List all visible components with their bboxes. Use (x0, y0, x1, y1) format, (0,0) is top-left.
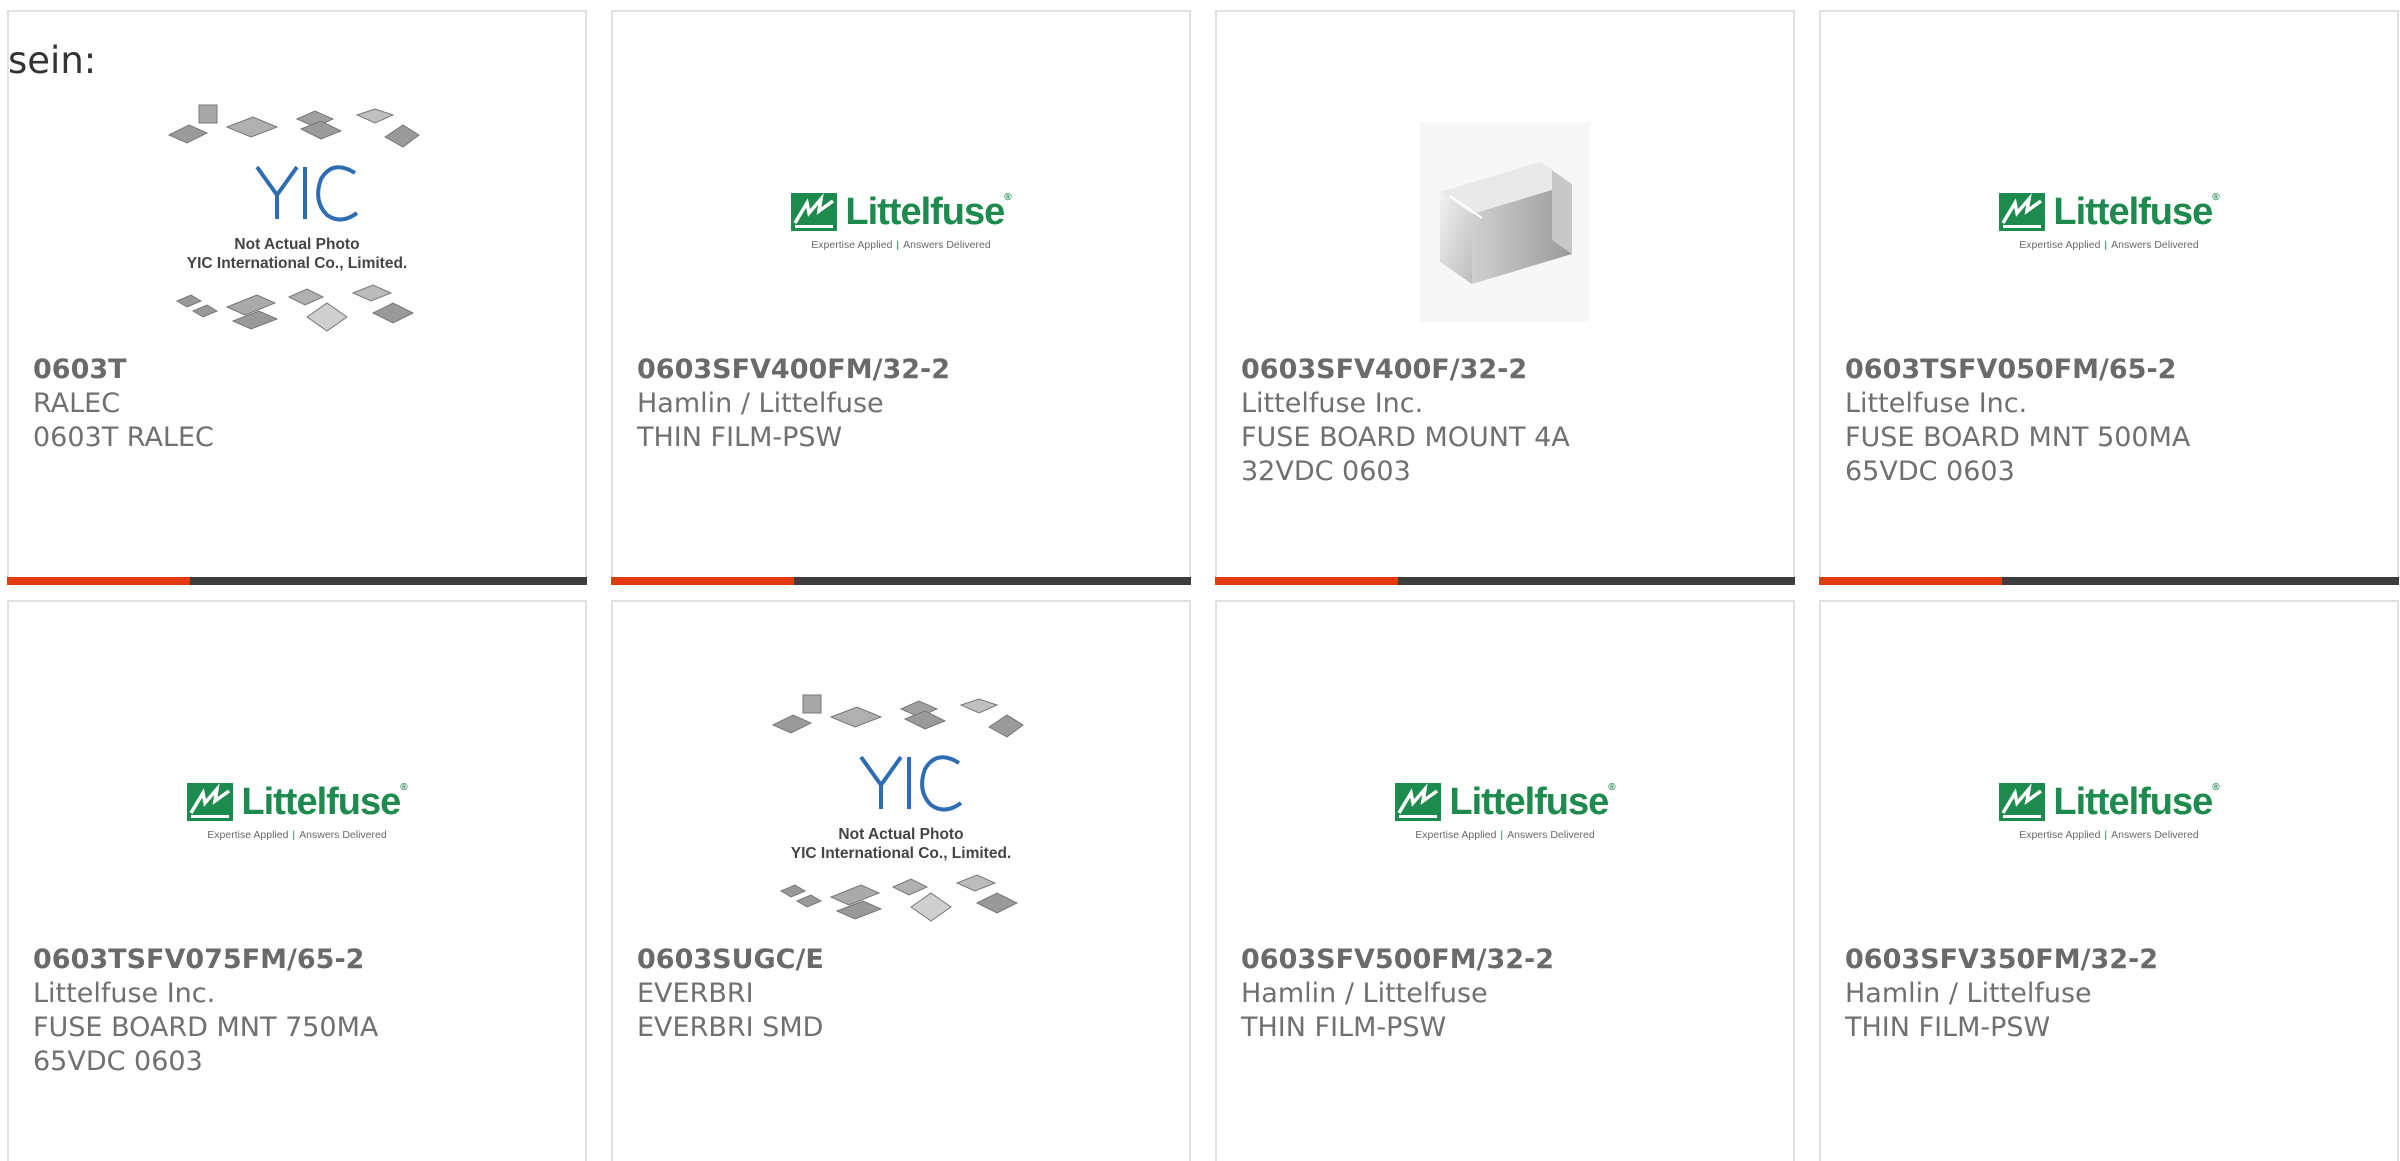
manufacturer: Littelfuse Inc. (33, 978, 216, 1009)
product-card-0603sfv400f[interactable]: 0603SFV400F/32-2 Littelfuse Inc. FUSE BO… (1215, 10, 1795, 585)
part-number[interactable]: 0603SFV400FM/32-2 (637, 353, 1169, 387)
tagline-right: Answers Delivered (2111, 239, 2199, 251)
card-footer-bar (611, 577, 1191, 585)
fuse-chip-photo (1420, 122, 1590, 322)
littelfuse-logo: Littelfuse® Expertise Applied | Answers De… (1999, 781, 2220, 841)
product-card-0603sfv500fm[interactable]: Littelfuse® Expertise Applied | Answers De… (1215, 600, 1795, 1161)
part-number[interactable]: 0603SFV500FM/32-2 (1241, 943, 1773, 977)
description: 0603T RALEC (33, 422, 214, 453)
tagline-separator: | (1500, 829, 1504, 841)
tagline-separator: | (2104, 239, 2108, 251)
littelfuse-mark-icon (1999, 783, 2046, 821)
description: FUSE BOARD MNT 750MA 65VDC 0603 (33, 1012, 379, 1077)
yic-line-2: YIC International Co., Limited. (186, 255, 408, 272)
littelfuse-mark-icon (1999, 193, 2046, 231)
yic-placeholder-image: Not Actual Photo YIC International Co., … (761, 687, 1041, 937)
littelfuse-mark-icon (1395, 783, 1442, 821)
yic-placeholder-image: Not Actual Photo YIC International Co., … (157, 97, 437, 347)
part-number[interactable]: 0603SUGC/E (637, 943, 1169, 977)
description: FUSE BOARD MNT 500MA 65VDC 0603 (1845, 422, 2191, 487)
description: THIN FILM-PSW (1845, 1012, 2051, 1043)
littelfuse-wordmark: Littelfuse (2053, 191, 2213, 233)
part-number[interactable]: 0603T (33, 353, 565, 387)
tagline-right: Answers Delivered (903, 239, 991, 251)
tagline-right: Answers Delivered (2111, 829, 2199, 841)
littelfuse-logo: Littelfuse® Expertise Applied | Answers De… (1395, 781, 1616, 841)
registered-mark: ® (2212, 192, 2219, 203)
littelfuse-logo: Littelfuse® Expertise Applied | Answers De… (791, 191, 1012, 251)
manufacturer: Hamlin / Littelfuse (1241, 978, 1488, 1009)
card-footer-bar (7, 577, 587, 585)
part-number[interactable]: 0603TSFV075FM/65-2 (33, 943, 565, 977)
card-accent (1215, 577, 1398, 585)
littelfuse-wordmark: Littelfuse (1449, 781, 1609, 823)
product-image (1217, 82, 1793, 362)
product-card-0603tsfv075fm[interactable]: Littelfuse® Expertise Applied | Answers De… (7, 600, 587, 1161)
yic-line-1: Not Actual Photo (234, 236, 360, 253)
card-footer-bar (1819, 577, 2399, 585)
tagline-right: Answers Delivered (1507, 829, 1595, 841)
tagline-left: Expertise Applied (207, 829, 289, 841)
manufacturer: Hamlin / Littelfuse (1845, 978, 2092, 1009)
littelfuse-wordmark: Littelfuse (2053, 781, 2213, 823)
tagline-right: Answers Delivered (299, 829, 387, 841)
product-card-0603sugc-e[interactable]: Not Actual Photo YIC International Co., … (611, 600, 1191, 1161)
product-image: Littelfuse® Expertise Applied | Answers De… (9, 672, 585, 952)
product-image: Littelfuse® Expertise Applied | Answers De… (1821, 672, 2397, 952)
manufacturer: Littelfuse Inc. (1241, 388, 1424, 419)
part-number[interactable]: 0603SFV400F/32-2 (1241, 353, 1773, 387)
tagline-separator: | (2104, 829, 2108, 841)
registered-mark: ® (1004, 192, 1011, 203)
card-accent (611, 577, 794, 585)
product-image: Not Actual Photo YIC International Co., … (9, 82, 585, 362)
product-card-0603t[interactable]: Not Actual Photo YIC International Co., … (7, 10, 587, 585)
yic-line-2: YIC International Co., Limited. (790, 845, 1012, 862)
littelfuse-wordmark: Littelfuse (845, 191, 1005, 233)
tagline-left: Expertise Applied (2019, 829, 2101, 841)
description: THIN FILM-PSW (1241, 1012, 1447, 1043)
manufacturer: Hamlin / Littelfuse (637, 388, 884, 419)
tagline-left: Expertise Applied (811, 239, 893, 251)
yic-line-1: Not Actual Photo (838, 826, 964, 843)
littelfuse-wordmark: Littelfuse (241, 781, 401, 823)
product-card-0603sfv400fm[interactable]: Littelfuse® Expertise Applied | Answers De… (611, 10, 1191, 585)
card-accent (1819, 577, 2002, 585)
intro-text: sein: (8, 39, 97, 82)
registered-mark: ® (2212, 782, 2219, 793)
tagline-separator: | (292, 829, 296, 841)
registered-mark: ® (1608, 782, 1615, 793)
description: EVERBRI SMD (637, 1012, 824, 1043)
manufacturer: EVERBRI (637, 978, 754, 1009)
part-number[interactable]: 0603TSFV050FM/65-2 (1845, 353, 2377, 387)
tagline-left: Expertise Applied (1415, 829, 1497, 841)
product-image: Littelfuse® Expertise Applied | Answers De… (613, 82, 1189, 362)
registered-mark: ® (400, 782, 407, 793)
part-number[interactable]: 0603SFV350FM/32-2 (1845, 943, 2377, 977)
product-image: Littelfuse® Expertise Applied | Answers De… (1217, 672, 1793, 952)
product-card-0603tsfv050fm[interactable]: Littelfuse® Expertise Applied | Answers De… (1819, 10, 2399, 585)
tagline-separator: | (896, 239, 900, 251)
card-accent (7, 577, 190, 585)
product-image: Littelfuse® Expertise Applied | Answers De… (1821, 82, 2397, 362)
description: FUSE BOARD MOUNT 4A 32VDC 0603 (1241, 422, 1570, 487)
manufacturer: RALEC (33, 388, 121, 419)
manufacturer: Littelfuse Inc. (1845, 388, 2028, 419)
littelfuse-mark-icon (791, 193, 838, 231)
littelfuse-logo: Littelfuse® Expertise Applied | Answers De… (1999, 191, 2220, 251)
product-image: Not Actual Photo YIC International Co., … (613, 672, 1189, 952)
product-card-0603sfv350fm[interactable]: Littelfuse® Expertise Applied | Answers De… (1819, 600, 2399, 1161)
littelfuse-logo: Littelfuse® Expertise Applied | Answers De… (187, 781, 408, 841)
littelfuse-mark-icon (187, 783, 234, 821)
tagline-left: Expertise Applied (2019, 239, 2101, 251)
description: THIN FILM-PSW (637, 422, 843, 453)
card-footer-bar (1215, 577, 1795, 585)
